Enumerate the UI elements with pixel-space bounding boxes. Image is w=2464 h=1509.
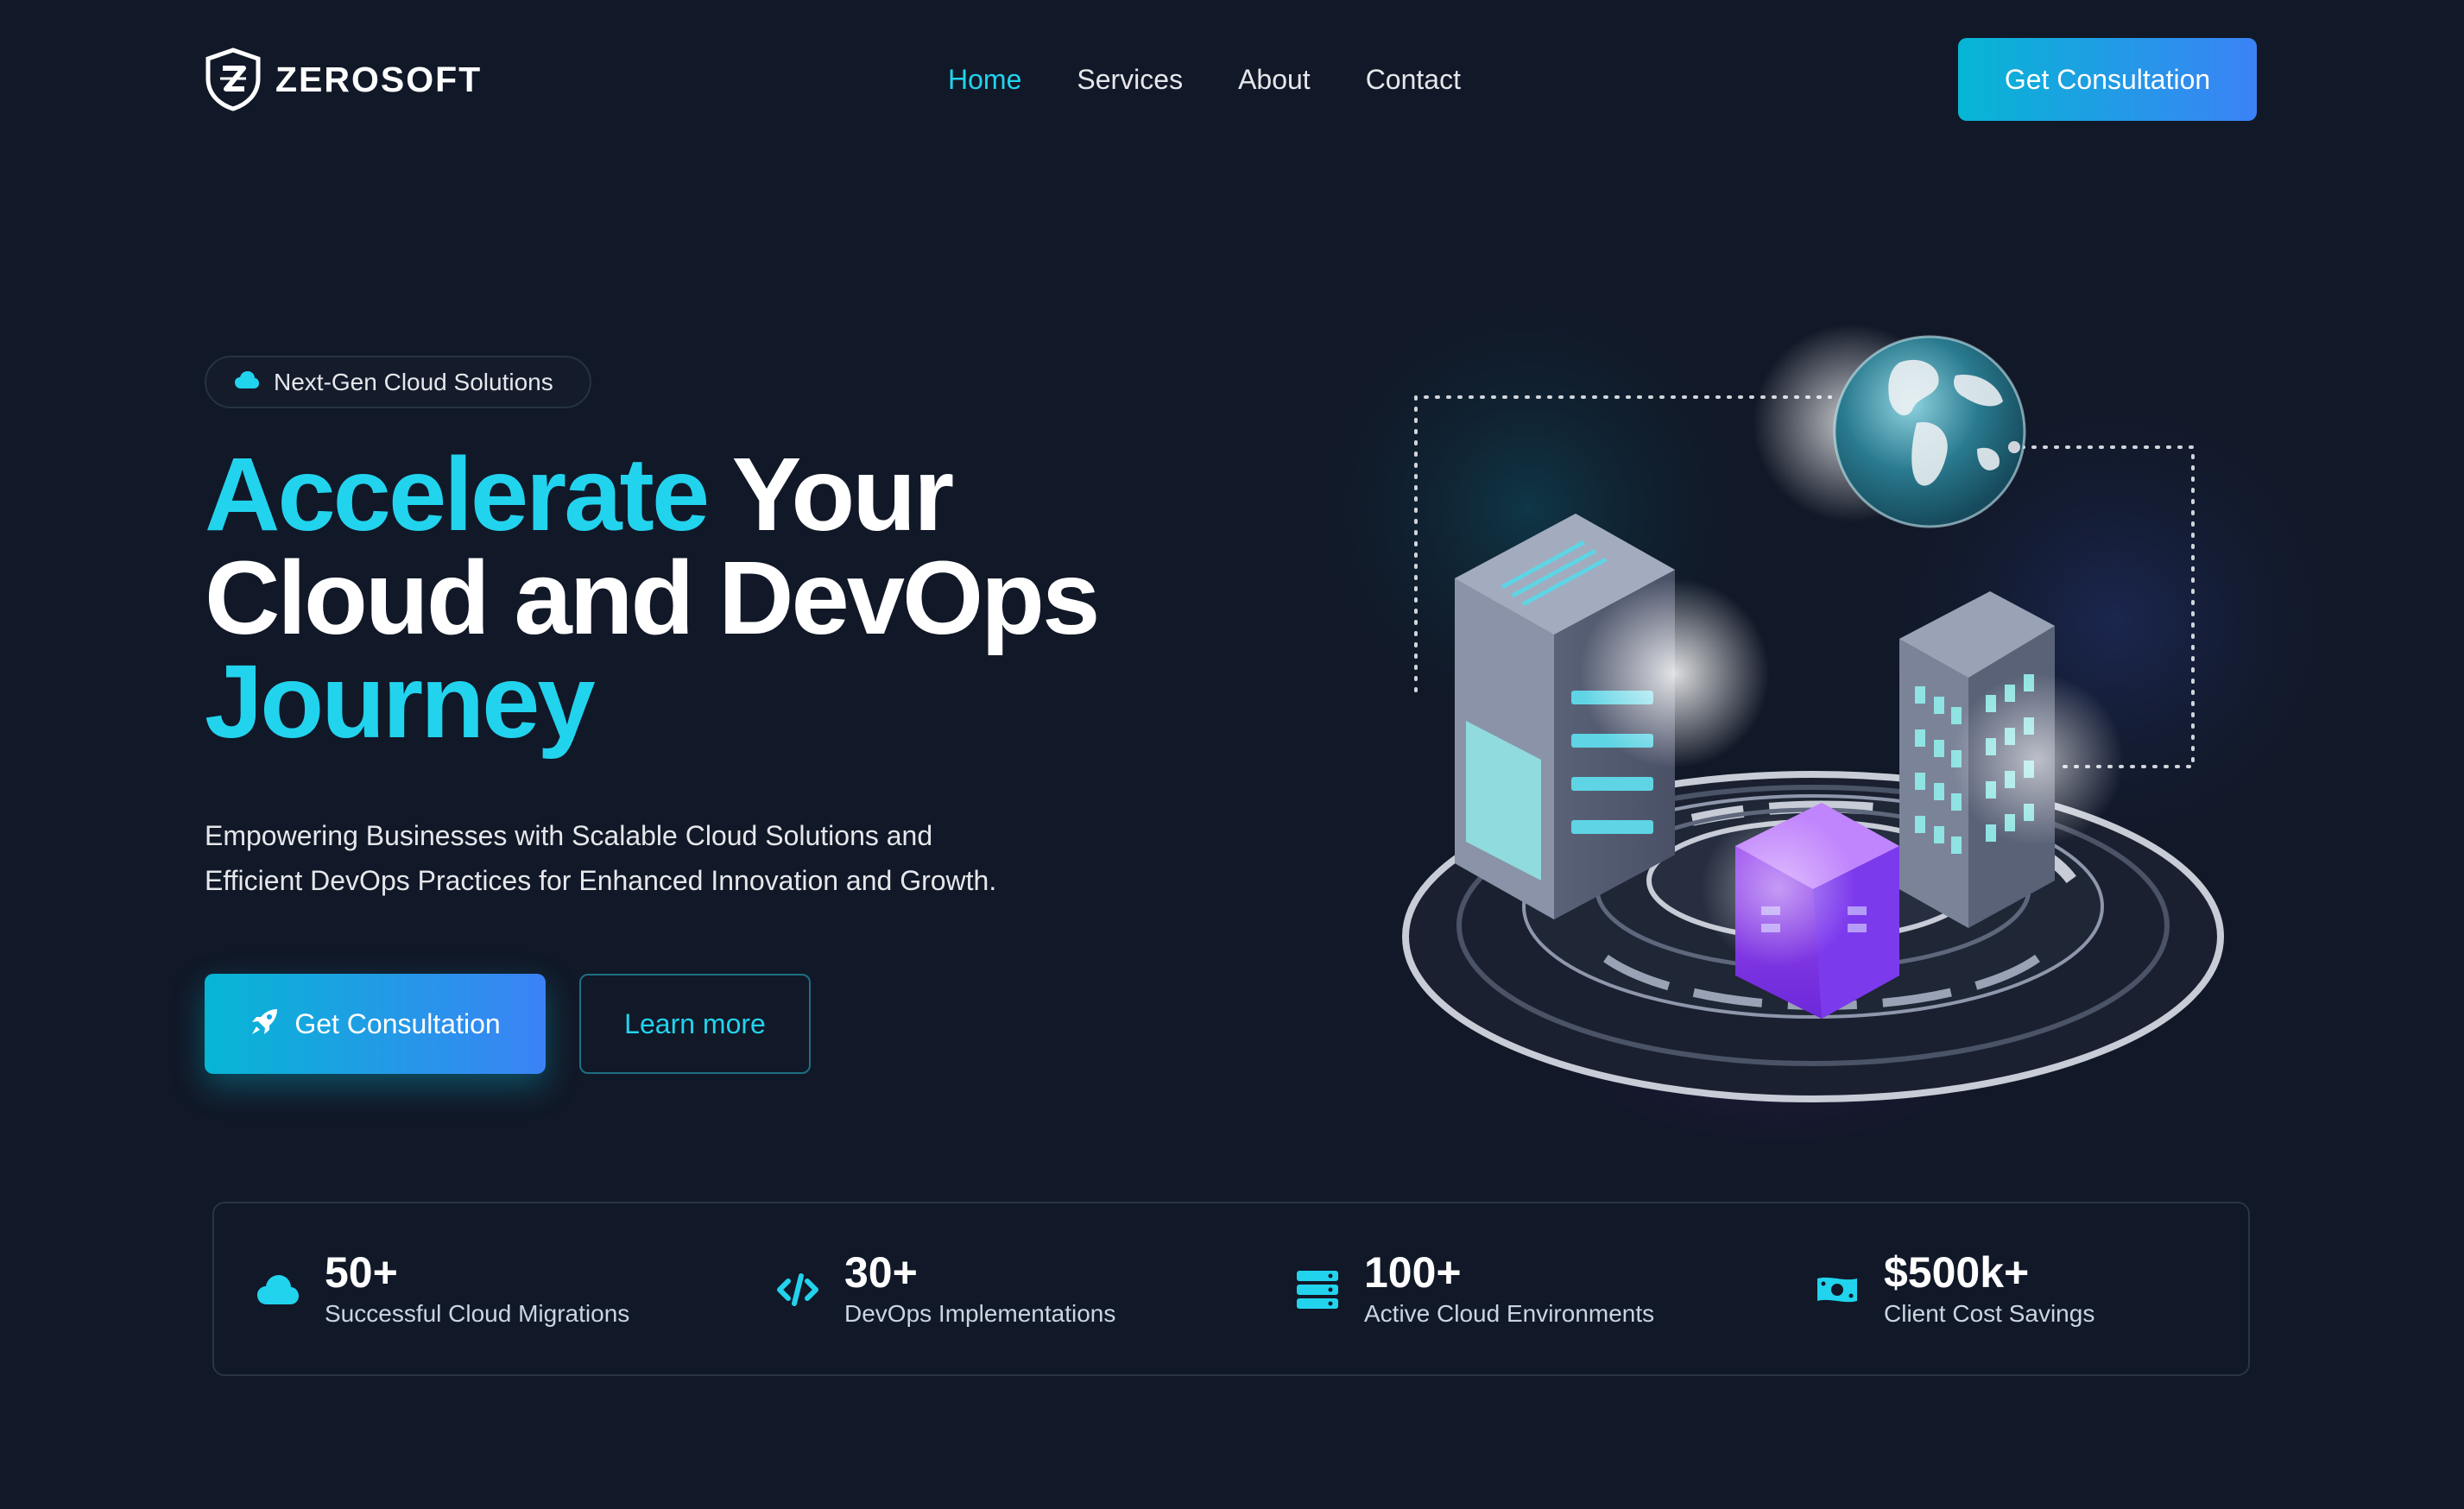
headline-line1-rest: Your	[707, 435, 955, 552]
hero-badge-text: Next-Gen Cloud Solutions	[274, 368, 553, 395]
landing-page: ZEROSOFT Home Services About Contact Get…	[0, 0, 2464, 1509]
cloud-icon	[256, 1267, 300, 1312]
hero-subtitle-line1: Empowering Businesses with Scalable Clou…	[205, 820, 933, 851]
headline-line2: Cloud and DevOps	[205, 539, 1100, 656]
stat-value: 30+	[844, 1248, 918, 1297]
rocket-icon	[250, 1007, 279, 1041]
stat-label: Active Cloud Environments	[1364, 1300, 1655, 1327]
stat-text: $500k+ Client Cost Savings	[1884, 1248, 2094, 1331]
main-nav: Home Services About Contact	[948, 60, 1461, 98]
hero-headline: Accelerate Your Cloud and DevOps Journey	[205, 442, 1100, 754]
nav-about[interactable]: About	[1238, 60, 1311, 98]
money-icon	[1815, 1267, 1860, 1312]
stats-bar: 50+ Successful Cloud Migrations 30+ DevO…	[212, 1202, 2250, 1376]
brand[interactable]: ZEROSOFT	[205, 47, 482, 111]
stat-text: 100+ Active Cloud Environments	[1364, 1248, 1654, 1331]
server-icon	[1295, 1267, 1340, 1312]
stat-cloud-migrations: 50+ Successful Cloud Migrations	[256, 1203, 629, 1376]
hero-badge: Next-Gen Cloud Solutions	[205, 356, 591, 408]
get-consultation-label: Get Consultation	[294, 1007, 501, 1039]
nav-services[interactable]: Services	[1077, 60, 1183, 98]
headline-accent-word: Accelerate	[205, 435, 710, 552]
cloud-infrastructure-illustration	[1295, 224, 2464, 1217]
stat-active-environments: 100+ Active Cloud Environments	[1295, 1203, 1654, 1376]
learn-more-label: Learn more	[624, 1007, 766, 1039]
stat-label: Client Cost Savings	[1884, 1300, 2095, 1327]
header-get-consultation-button[interactable]: Get Consultation	[1958, 38, 2257, 121]
headline-line3: Journey	[205, 642, 596, 760]
header-cta-label: Get Consultation	[2004, 63, 2211, 95]
nav-home[interactable]: Home	[948, 60, 1021, 98]
stat-value: 50+	[325, 1248, 398, 1297]
stat-value: 100+	[1364, 1248, 1462, 1297]
stat-text: 30+ DevOps Implementations	[844, 1248, 1115, 1331]
code-icon	[775, 1267, 820, 1312]
stat-value: $500k+	[1884, 1248, 2030, 1297]
shield-z-logo-icon	[205, 47, 262, 111]
hero-subtitle-line2: Efficient DevOps Practices for Enhanced …	[205, 865, 997, 896]
stat-label: DevOps Implementations	[844, 1300, 1116, 1327]
brand-name: ZEROSOFT	[275, 59, 483, 99]
nav-contact[interactable]: Contact	[1366, 60, 1461, 98]
get-consultation-button[interactable]: Get Consultation	[205, 974, 546, 1074]
learn-more-button[interactable]: Learn more	[579, 974, 811, 1074]
cloud-icon	[234, 370, 260, 394]
hero-subtitle: Empowering Businesses with Scalable Clou…	[205, 813, 1068, 903]
stat-text: 50+ Successful Cloud Migrations	[325, 1248, 629, 1331]
stat-cost-savings: $500k+ Client Cost Savings	[1815, 1203, 2094, 1376]
stat-devops-implementations: 30+ DevOps Implementations	[775, 1203, 1115, 1376]
stat-label: Successful Cloud Migrations	[325, 1300, 630, 1327]
